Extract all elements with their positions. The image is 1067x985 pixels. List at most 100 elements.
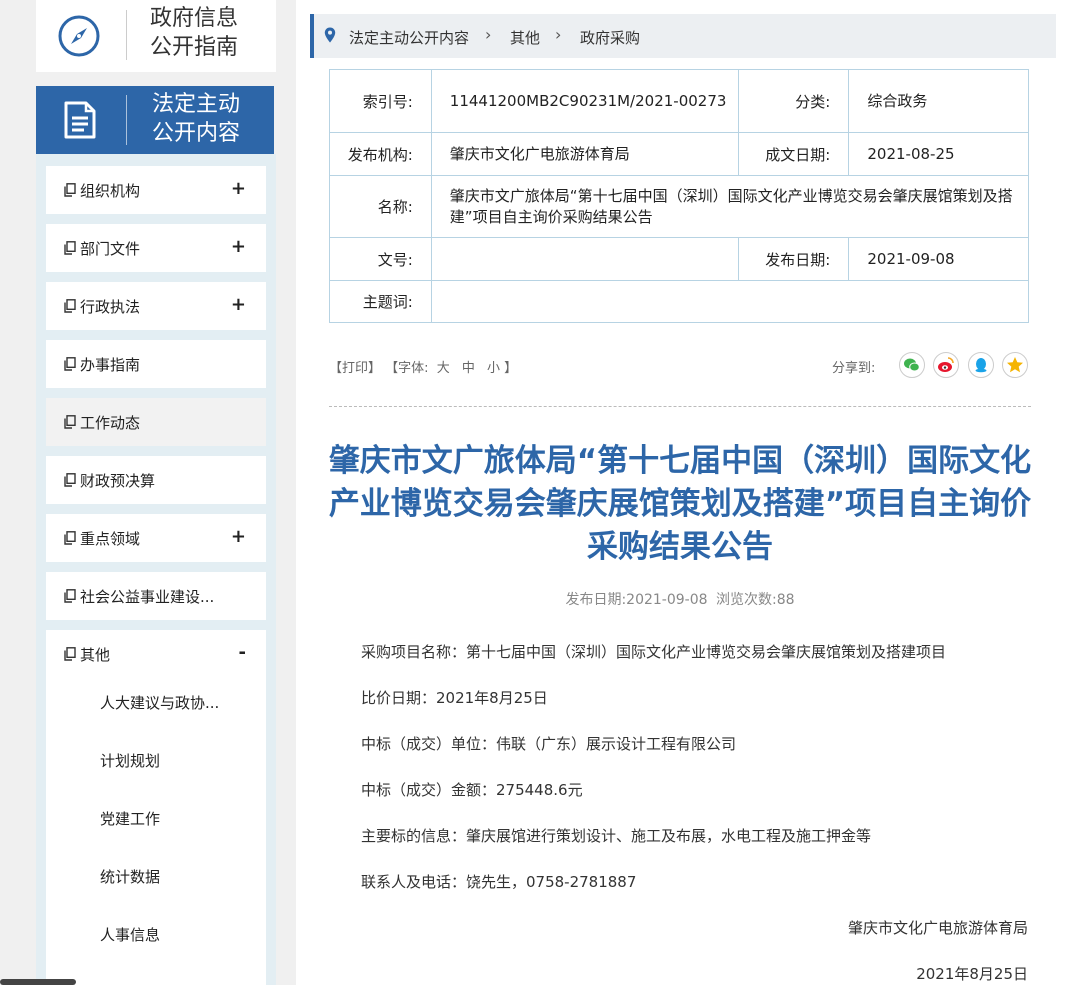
article-paragraph: 比价日期：2021年8月25日: [361, 689, 548, 707]
article-paragraph: 中标（成交）单位：伟联（广东）展示设计工程有限公司: [361, 735, 737, 753]
name-label: 名称:: [329, 175, 432, 238]
breadcrumb: 法定主动公开内容 › 其他 › 政府采购: [310, 14, 1056, 58]
sidebar-item-label: 重点领域: [80, 530, 141, 548]
views-count: 88: [776, 592, 795, 608]
publisher-value: 肇庆市文化广电旅游体育局: [430, 132, 739, 176]
article-paragraph: 中标（成交）金额：275448.6元: [361, 781, 583, 799]
category-label: 分类:: [737, 69, 850, 133]
page-tools: 【打印】 【字体: 大 中 小 】: [329, 357, 517, 376]
legal-title: 法定主动 公开内容: [152, 92, 241, 146]
article-pub-info: 发布日期:2021-09-08 浏览次数:88: [329, 589, 1031, 609]
star-icon: [1007, 357, 1023, 373]
legal-disclosure-header[interactable]: 法定主动 公开内容: [36, 86, 274, 154]
sidebar-item-key-areas[interactable]: 重点领域 +: [46, 514, 266, 562]
category-value: 综合政务: [848, 69, 1029, 133]
guide-title: 政府信息 公开指南: [150, 6, 239, 60]
doc-number-value: [430, 237, 739, 281]
sidebar-item-public-welfare[interactable]: 社会公益事业建设...: [46, 572, 266, 620]
copy-icon: [64, 357, 76, 371]
sidebar-subitem-statistics[interactable]: 统计数据: [100, 866, 160, 887]
created-date-value: 2021-08-25: [848, 132, 1029, 176]
doc-number-label: 文号:: [329, 237, 432, 281]
chevron-right-icon: ›: [555, 25, 562, 44]
sidebar-item-service-guide[interactable]: 办事指南: [46, 340, 266, 388]
created-date-label: 成文日期:: [737, 132, 850, 176]
expand-toggle[interactable]: +: [231, 178, 246, 199]
weibo-share-button[interactable]: [933, 352, 959, 378]
sidebar-item-other[interactable]: 其他 -: [46, 630, 266, 678]
print-button[interactable]: 【打印】: [329, 361, 381, 376]
sidebar-subitem-npc-suggestions[interactable]: 人大建议与政协...: [100, 692, 219, 713]
divider: [126, 95, 127, 145]
document-icon: [64, 101, 96, 139]
compass-icon: [58, 15, 100, 57]
info-disclosure-guide-link[interactable]: 政府信息 公开指南: [36, 0, 276, 72]
copy-icon: [64, 415, 76, 429]
sidebar-subitem-planning[interactable]: 计划规划: [100, 750, 160, 771]
collapse-toggle[interactable]: -: [239, 642, 246, 663]
location-pin-icon: [324, 27, 336, 43]
expand-toggle[interactable]: +: [231, 526, 246, 547]
breadcrumb-current: 政府采购: [580, 29, 641, 47]
sidebar-item-law-enforcement[interactable]: 行政执法 +: [46, 282, 266, 330]
copy-icon: [64, 183, 76, 197]
index-value: 11441200MB2C90231M/2021-00273: [430, 69, 739, 133]
copy-icon: [64, 473, 76, 487]
article-paragraph: 主要标的信息：肇庆展馆进行策划设计、施工及布展，水电工程及施工押金等: [361, 827, 872, 845]
divider: [126, 10, 127, 60]
copy-icon: [64, 299, 76, 313]
sidebar-item-label: 部门文件: [80, 240, 141, 258]
font-medium-button[interactable]: 中: [462, 361, 475, 376]
publisher-label: 发布机构:: [329, 132, 432, 176]
breadcrumb-link-other[interactable]: 其他: [510, 27, 540, 48]
divider: [329, 406, 1031, 407]
wechat-share-button[interactable]: [899, 352, 925, 378]
sidebar-item-label: 工作动态: [80, 414, 141, 432]
font-size-label: 【字体:: [385, 361, 429, 376]
sidebar-item-label: 其他: [80, 646, 111, 664]
pub-date-value: 2021-09-08: [626, 592, 708, 608]
sidebar-item-department-docs[interactable]: 部门文件 +: [46, 224, 266, 272]
copy-icon: [64, 647, 76, 661]
article-paragraph: 采购项目名称：第十七届中国（深圳）国际文化产业博览交易会肇庆展馆策划及搭建项目: [361, 643, 947, 661]
expand-toggle[interactable]: +: [231, 236, 246, 257]
sidebar-item-label: 社会公益事业建设...: [80, 588, 215, 606]
font-small-button[interactable]: 小: [487, 361, 500, 376]
sidebar-item-organization[interactable]: 组织机构 +: [46, 166, 266, 214]
sidebar-item-budget[interactable]: 财政预决算: [46, 456, 266, 504]
copy-icon: [64, 241, 76, 255]
article-paragraph: 联系人及电话：饶先生，0758-2781887: [361, 873, 637, 891]
sidebar-item-label: 组织机构: [80, 182, 141, 200]
chevron-right-icon: ›: [485, 25, 492, 44]
pub-date-label: 发布日期:: [565, 592, 627, 608]
sidebar-item-label: 办事指南: [80, 356, 141, 374]
article-title: 肇庆市文广旅体局“第十七届中国（深圳）国际文化产业博览交易会肇庆展馆策划及搭建”…: [328, 443, 1032, 565]
favorite-share-button[interactable]: [1002, 352, 1028, 378]
sidebar-subitem-party-building[interactable]: 党建工作: [100, 808, 160, 829]
subject-label: 主题词:: [329, 280, 432, 323]
document-meta-table: 索引号: 11441200MB2C90231M/2021-00273 分类: 综…: [329, 69, 1030, 323]
scrollbar-thumb[interactable]: [0, 979, 76, 985]
subject-value: [430, 280, 1030, 323]
qq-share-button[interactable]: [968, 352, 994, 378]
weibo-icon: [938, 357, 954, 372]
sidebar-item-label: 财政预决算: [80, 472, 156, 490]
breadcrumb-link-legal[interactable]: 法定主动公开内容: [349, 27, 469, 48]
publish-date-value: 2021-09-08: [848, 237, 1029, 281]
signature-org: 肇庆市文化广电旅游体育局: [847, 919, 1028, 937]
copy-icon: [64, 589, 76, 603]
expand-toggle[interactable]: +: [231, 294, 246, 315]
name-value: 肇庆市文广旅体局“第十七届中国（深圳）国际文化产业博览交易会肇庆展馆策划及搭建”…: [430, 175, 1030, 238]
index-label: 索引号:: [329, 69, 432, 133]
sidebar-subitem-personnel[interactable]: 人事信息: [100, 924, 160, 945]
font-large-button[interactable]: 大: [437, 361, 450, 376]
sidebar-item-label: 行政执法: [80, 298, 141, 316]
qq-icon: [975, 358, 987, 373]
font-size-end: 】: [504, 361, 518, 376]
views-label: 浏览次数:: [716, 592, 777, 608]
sidebar-item-work-news[interactable]: 工作动态: [46, 398, 266, 446]
signature-date: 2021年8月25日: [916, 965, 1028, 983]
publish-date-label: 发布日期:: [737, 237, 850, 281]
copy-icon: [64, 531, 76, 545]
share-label: 分享到:: [832, 361, 876, 376]
